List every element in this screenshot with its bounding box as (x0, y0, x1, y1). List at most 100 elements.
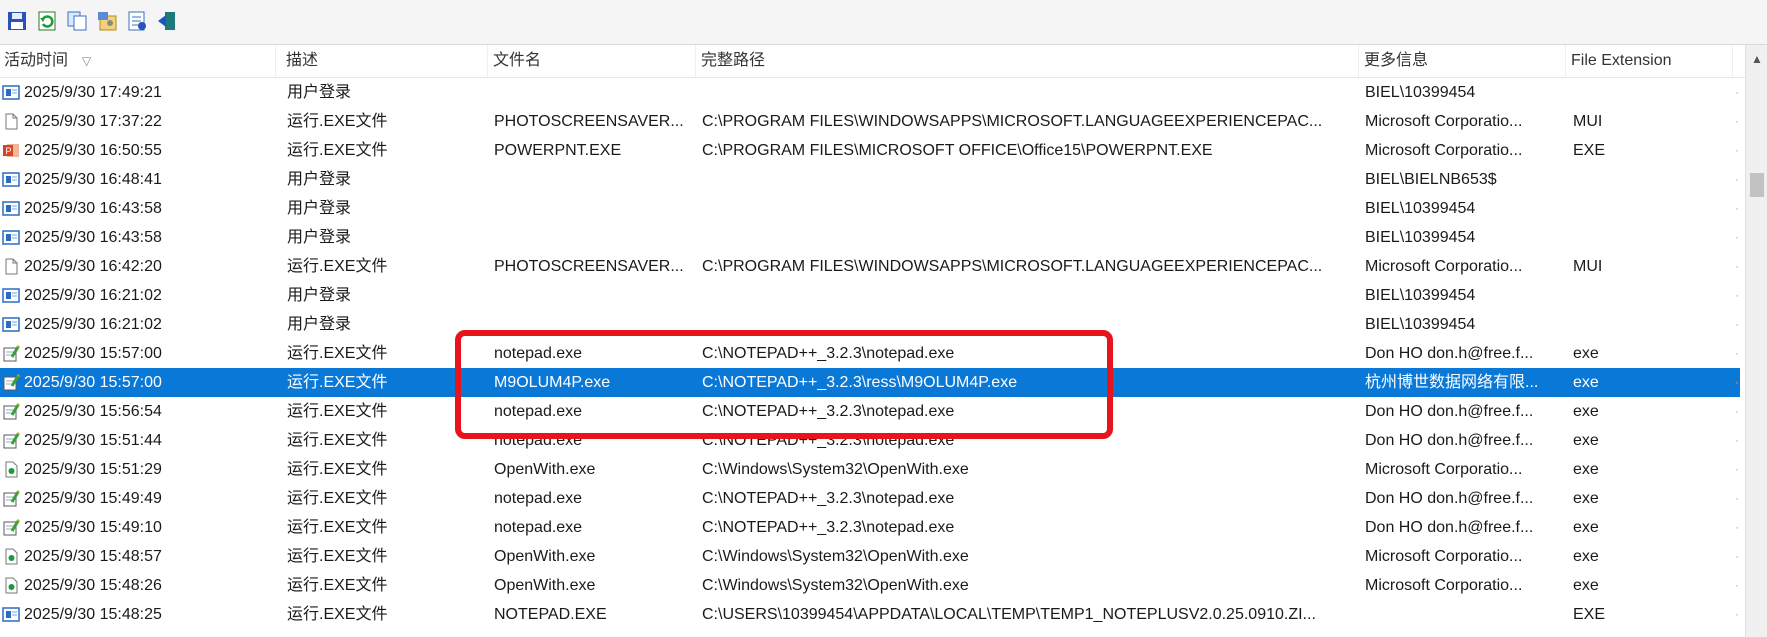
logon-icon (2, 84, 20, 101)
vertical-scrollbar[interactable]: ▲ (1745, 45, 1767, 637)
row-more-info: Don HO don.h@free.f... (1365, 432, 1534, 449)
table-row[interactable]: 2025/9/30 15:48:26 运行.EXE文件 OpenWith.exe C:… (0, 571, 1740, 600)
row-more-info: Microsoft Corporatio... (1365, 142, 1523, 159)
row-filename (494, 223, 694, 252)
row-time: 2025/9/30 16:21:02 (24, 287, 162, 304)
row-time: 2025/9/30 15:48:26 (24, 577, 162, 594)
row-filename: notepad.exe (494, 519, 583, 536)
table-row[interactable]: 2025/9/30 17:49:21 用户登录 BIEL\10399454 · (0, 78, 1740, 107)
column-header-full-path[interactable]: 完整路径 (697, 45, 1359, 77)
row-description: 用户登录 (287, 287, 352, 304)
row-file-extension: MUI (1573, 258, 1603, 275)
exit-icon[interactable] (156, 10, 178, 32)
html-report-icon[interactable] (126, 10, 148, 32)
row-time: 2025/9/30 16:48:41 (24, 171, 162, 188)
row-full-path: C:\NOTEPAD++_3.2.3\notepad.exe (702, 403, 955, 420)
scroll-up-arrow-icon[interactable]: ▲ (1746, 49, 1767, 69)
row-filename: notepad.exe (494, 432, 583, 449)
table-row[interactable]: 2025/9/30 15:49:10 运行.EXE文件 notepad.exe C:\… (0, 513, 1740, 542)
table-row[interactable]: 2025/9/30 16:48:41 用户登录 BIEL\BIELNB653$ · (0, 165, 1740, 194)
table-row[interactable]: 2025/9/30 17:37:22 运行.EXE文件 PHOTOSCREENSAV… (0, 107, 1740, 136)
row-description: 运行.EXE文件 (287, 403, 388, 420)
row-full-path (702, 78, 1362, 107)
row-time: 2025/9/30 15:48:25 (24, 606, 162, 623)
row-end-marker: · (1735, 114, 1739, 128)
row-file-extension (1573, 310, 1693, 339)
row-description: 运行.EXE文件 (287, 577, 388, 594)
copy-icon[interactable] (66, 10, 88, 32)
row-full-path: C:\PROGRAM FILES\WINDOWSAPPS\MICROSOFT.L… (702, 113, 1323, 130)
row-time: 2025/9/30 17:49:21 (24, 84, 162, 101)
column-label: 活动时间 (4, 52, 69, 69)
row-end-marker: · (1735, 288, 1739, 302)
row-more-info: BIEL\10399454 (1365, 229, 1476, 246)
row-description: 运行.EXE文件 (287, 490, 388, 507)
row-full-path (702, 194, 1362, 223)
row-more-info: 杭州博世数据网络有限... (1365, 374, 1539, 391)
powerpoint-icon: P (2, 142, 20, 159)
row-filename: PHOTOSCREENSAVER... (494, 258, 684, 275)
row-end-marker: · (1735, 201, 1739, 215)
column-header-activity-time[interactable]: 活动时间 ▽ (0, 45, 276, 77)
openwith-icon (2, 548, 20, 565)
row-file-extension: exe (1573, 519, 1599, 536)
row-full-path (702, 223, 1362, 252)
row-filename: POWERPNT.EXE (494, 142, 622, 159)
table-row[interactable]: 2025/9/30 15:48:57 运行.EXE文件 OpenWith.exe C:… (0, 542, 1740, 571)
table-row[interactable]: 2025/9/30 15:51:44 运行.EXE文件 notepad.exe C:\… (0, 426, 1740, 455)
notepad-icon (2, 403, 20, 420)
row-description: 运行.EXE文件 (287, 606, 388, 623)
row-description: 用户登录 (287, 316, 352, 333)
blank-file-icon (2, 258, 20, 275)
row-filename (494, 310, 694, 339)
row-description: 运行.EXE文件 (287, 374, 388, 391)
svg-text:P: P (6, 146, 12, 156)
row-time: 2025/9/30 15:51:29 (24, 461, 162, 478)
logon-icon (2, 229, 20, 246)
row-end-marker: · (1735, 607, 1739, 621)
column-header-description[interactable]: 描述 (282, 45, 488, 77)
table-row[interactable]: 2025/9/30 16:42:20 运行.EXE文件 PHOTOSCREENSAV… (0, 252, 1740, 281)
notepad-icon (2, 490, 20, 507)
row-end-marker: · (1735, 143, 1739, 157)
table-row[interactable]: P 2025/9/30 16:50:55 运行.EXE文件 POWERPNT.EXE C… (0, 136, 1740, 165)
refresh-icon[interactable] (36, 10, 58, 32)
table-row[interactable]: 2025/9/30 15:49:49 运行.EXE文件 notepad.exe C:\… (0, 484, 1740, 513)
sort-indicator-icon: ▽ (82, 54, 92, 68)
row-filename (494, 165, 694, 194)
row-more-info: BIEL\BIELNB653$ (1365, 171, 1497, 188)
save-icon[interactable] (6, 10, 28, 32)
row-full-path: C:\Windows\System32\OpenWith.exe (702, 577, 969, 594)
row-file-extension: EXE (1573, 606, 1606, 623)
column-header-filename[interactable]: 文件名 (489, 45, 696, 77)
row-file-extension (1573, 223, 1693, 252)
column-header-more-info[interactable]: 更多信息 (1360, 45, 1566, 77)
row-end-marker: · (1735, 491, 1739, 505)
row-end-marker: · (1735, 259, 1739, 273)
row-description: 运行.EXE文件 (287, 258, 388, 275)
table-row[interactable]: 2025/9/30 15:56:54 运行.EXE文件 notepad.exe C:\… (0, 397, 1740, 426)
table-row[interactable]: 2025/9/30 16:43:58 用户登录 BIEL\10399454 · (0, 194, 1740, 223)
column-header-file-extension[interactable]: File Extension (1567, 45, 1733, 77)
toolbar (0, 0, 1767, 45)
row-file-extension: EXE (1573, 142, 1606, 159)
table-row-selected[interactable]: 2025/9/30 15:57:00 运行.EXE文件 M9OLUM4P.exe C:… (0, 368, 1740, 397)
table-row[interactable]: 2025/9/30 16:21:02 用户登录 BIEL\10399454 · (0, 310, 1740, 339)
table-row[interactable]: 2025/9/30 15:51:29 运行.EXE文件 OpenWith.exe C:… (0, 455, 1740, 484)
row-filename: OpenWith.exe (494, 461, 596, 478)
table-row[interactable]: 2025/9/30 15:48:25 运行.EXE文件 NOTEPAD.EXE C:\… (0, 600, 1740, 629)
properties-icon[interactable] (96, 10, 118, 32)
table-header: 活动时间 ▽ 描述 文件名 完整路径 更多信息 File Extension (0, 45, 1745, 78)
notepad-icon (2, 432, 20, 449)
row-more-info: Microsoft Corporatio... (1365, 113, 1523, 130)
row-full-path: C:\NOTEPAD++_3.2.3\ress\M9OLUM4P.exe (702, 374, 1018, 391)
row-full-path: C:\NOTEPAD++_3.2.3\notepad.exe (702, 432, 955, 449)
table-row[interactable]: 2025/9/30 15:57:00 运行.EXE文件 notepad.exe C:\… (0, 339, 1740, 368)
table-row[interactable]: 2025/9/30 16:43:58 用户登录 BIEL\10399454 · (0, 223, 1740, 252)
logon-icon (2, 171, 20, 188)
table-row[interactable]: 2025/9/30 16:21:02 用户登录 BIEL\10399454 · (0, 281, 1740, 310)
row-time: 2025/9/30 17:37:22 (24, 113, 162, 130)
row-filename: notepad.exe (494, 345, 583, 362)
notepad-icon (2, 345, 20, 362)
scrollbar-thumb[interactable] (1750, 173, 1764, 197)
